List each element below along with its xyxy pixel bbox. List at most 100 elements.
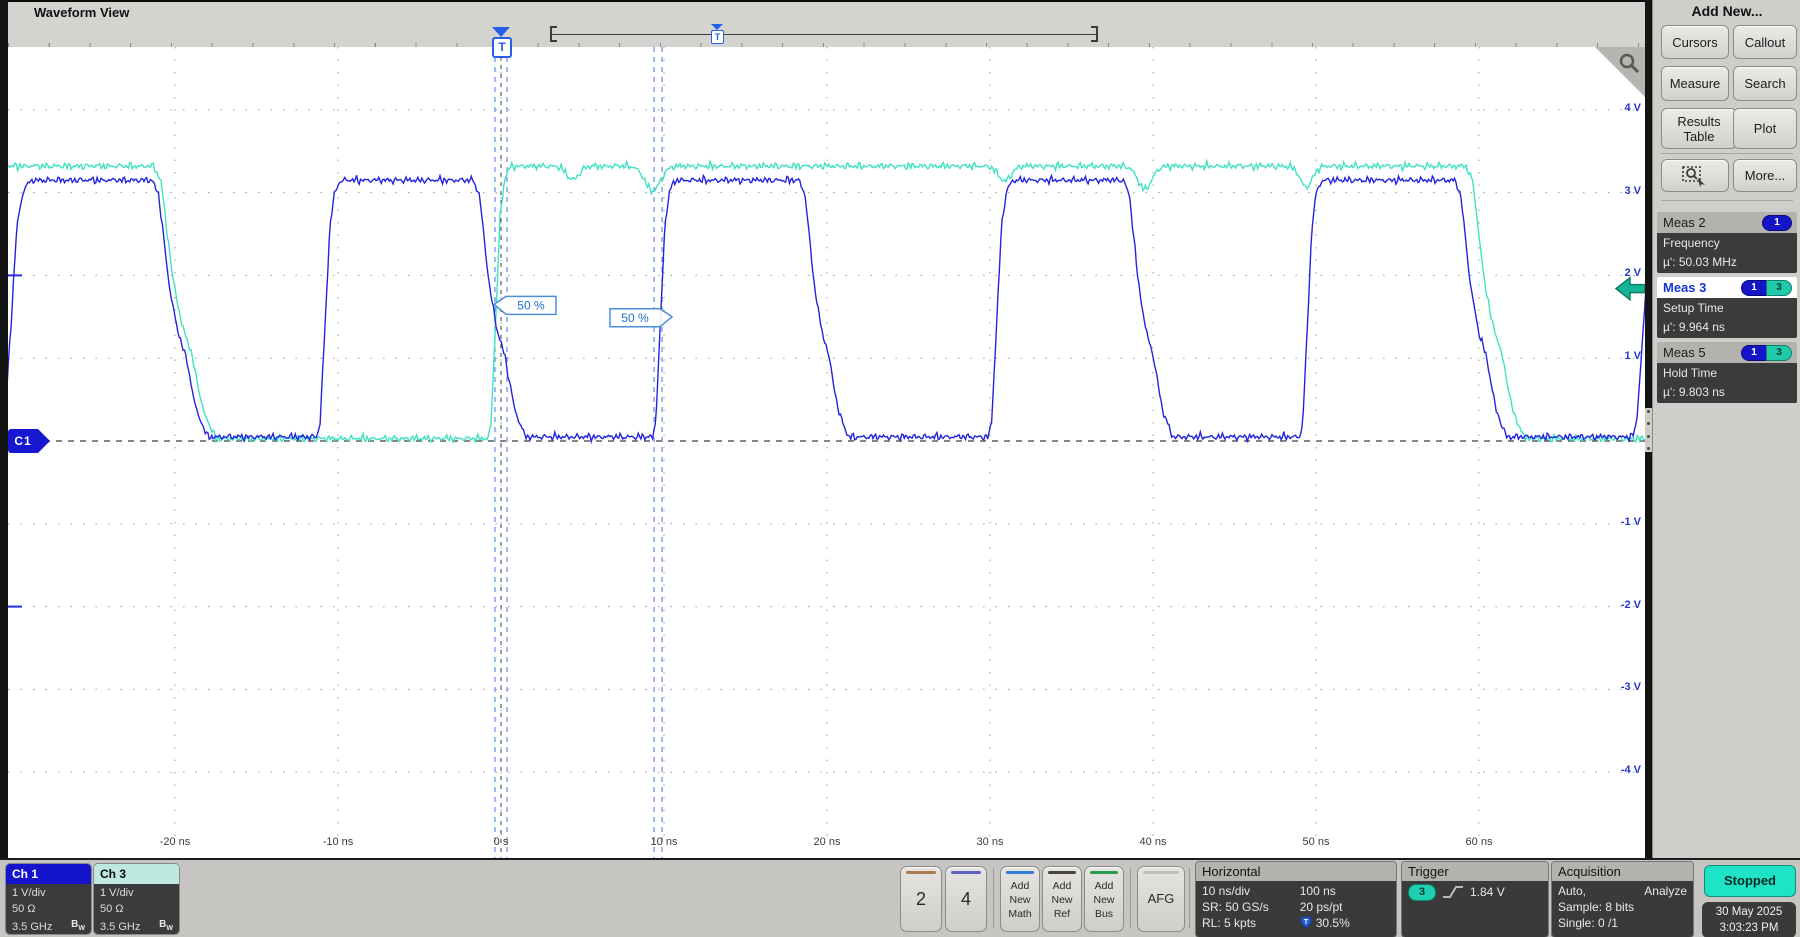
measure-button[interactable]: Measure <box>1661 66 1729 101</box>
ch1-header: Ch 1 <box>6 864 91 884</box>
panel-resize-handle[interactable] <box>1645 408 1652 452</box>
record-overview-strip[interactable]: T <box>8 24 1645 48</box>
ch3-impedance: 50 Ω <box>100 901 173 917</box>
meas3-label: Setup Time <box>1663 299 1791 318</box>
divider <box>993 868 994 928</box>
datetime-display: 30 May 2025 3:03:23 PM <box>1702 902 1796 937</box>
meas5-source2-badge: 3 <box>1766 345 1792 361</box>
meas2-name: Meas 2 <box>1663 215 1706 230</box>
add-new-bus-button[interactable]: AddNewBus <box>1084 866 1124 932</box>
measurement-badge-meas2[interactable]: Meas 2 1 Frequency µ': 50.03 MHz <box>1657 212 1797 273</box>
trace-ch1[interactable] <box>8 175 1645 441</box>
ref-level-bubble-left-label: 50 % <box>517 298 545 312</box>
horizontal-duration: 100 ns <box>1300 883 1390 899</box>
horizontal-scale: 10 ns/div <box>1202 883 1300 899</box>
meas2-source-badge: 1 <box>1762 215 1792 231</box>
svg-text:T: T <box>1304 919 1309 926</box>
meas5-value: µ': 9.803 ns <box>1663 383 1791 402</box>
ch4-enable-button[interactable]: 4 <box>945 866 987 932</box>
y-axis-label: 2 V <box>1624 267 1641 279</box>
add-new-ref-button[interactable]: AddNewRef <box>1042 866 1082 932</box>
trigger-level: 1.84 V <box>1470 883 1505 901</box>
ch2-color-stripe <box>906 871 936 874</box>
x-axis-label: 10 ns <box>651 836 678 848</box>
x-axis-label: 40 ns <box>1140 836 1167 848</box>
cursors-button[interactable]: Cursors <box>1661 25 1729 59</box>
measurement-badge-meas5[interactable]: Meas 5 1 3 Hold Time µ': 9.803 ns <box>1657 342 1797 403</box>
afg-color-stripe <box>1143 871 1179 874</box>
waveform-plot[interactable]: 50 %50 % -20 ns-10 ns0 s10 ns20 ns30 ns4… <box>8 47 1645 858</box>
acq-mode: Auto, <box>1558 883 1586 899</box>
results-bar: Add New... Cursors Callout Measure Searc… <box>1652 0 1800 858</box>
trace-ch3[interactable] <box>8 161 1645 442</box>
acquisition-badge[interactable]: Acquisition Auto, Analyze Sample: 8 bits… <box>1552 862 1693 937</box>
meas2-label: Frequency <box>1663 234 1791 253</box>
horizontal-title: Horizontal <box>1196 862 1396 881</box>
y-axis-label: 3 V <box>1624 185 1641 197</box>
ch1-impedance: 50 Ω <box>12 901 85 917</box>
trigger-title: Trigger <box>1402 862 1548 881</box>
y-axis-label: -1 V <box>1621 516 1641 528</box>
acquisition-title: Acquisition <box>1552 862 1693 881</box>
trigger-position-icon: T <box>1300 916 1313 930</box>
acq-sample: Sample: 8 bits <box>1558 899 1687 915</box>
waveform-canvas: 50 %50 % <box>8 47 1645 858</box>
y-axis-label: -3 V <box>1621 681 1641 693</box>
date: 30 May 2025 <box>1702 904 1796 920</box>
ch2-enable-button[interactable]: 2 <box>900 866 942 932</box>
window-left-border <box>0 0 8 858</box>
more-button[interactable]: More... <box>1733 159 1797 192</box>
ch1-badge[interactable]: Ch 1 1 V/div 50 Ω 3.5 GHz BW <box>6 864 91 934</box>
sample-rate: SR: 50 GS/s <box>1202 899 1300 915</box>
search-button[interactable]: Search <box>1733 66 1797 101</box>
divider <box>1130 868 1131 928</box>
ch3-badge[interactable]: Ch 3 1 V/div 50 Ω 3.5 GHz BW <box>94 864 179 934</box>
zoom-selection-icon <box>1680 165 1710 187</box>
bus-color-stripe <box>1090 871 1118 874</box>
run-stop-status-button[interactable]: Stopped <box>1704 865 1796 897</box>
ch3-bw-limit-icon: BW <box>159 917 173 934</box>
meas2-value: µ': 50.03 MHz <box>1663 253 1791 272</box>
afg-button[interactable]: AFG <box>1137 866 1185 932</box>
results-table-button[interactable]: Results Table <box>1661 108 1737 149</box>
zoom-extent-bracket[interactable] <box>550 27 1098 41</box>
meas5-name: Meas 5 <box>1663 345 1706 360</box>
waveform-view-titlebar[interactable]: Waveform View <box>8 2 1645 25</box>
add-new-math-button[interactable]: AddNewMath <box>1000 866 1040 932</box>
resolution: 20 ps/pt <box>1300 899 1390 915</box>
x-axis-label: 30 ns <box>977 836 1004 848</box>
panel-separator <box>1661 153 1793 154</box>
acq-analyze: Analyze <box>1644 883 1687 899</box>
trigger-source-badge: 3 <box>1408 884 1436 901</box>
meas3-value: µ': 9.964 ns <box>1663 318 1791 337</box>
y-axis-label: 1 V <box>1624 350 1641 362</box>
ch1-bandwidth: 3.5 GHz <box>12 919 52 934</box>
y-axis-label: -2 V <box>1621 599 1641 611</box>
trigger-position-flag[interactable]: T <box>492 37 512 58</box>
ref-color-stripe <box>1048 871 1076 874</box>
trigger-level-arrow[interactable] <box>1616 278 1645 300</box>
x-axis-label: 50 ns <box>1303 836 1330 848</box>
plot-button[interactable]: Plot <box>1733 108 1797 149</box>
trigger-position-marker-icon[interactable] <box>492 27 510 37</box>
horizontal-badge[interactable]: Horizontal 10 ns/div 100 ns SR: 50 GS/s … <box>1196 862 1396 937</box>
measurement-badge-meas3[interactable]: Meas 3 1 3 Setup Time µ': 9.964 ns <box>1657 277 1797 338</box>
overview-trigger-flag[interactable]: T <box>711 30 724 44</box>
x-axis-label: -20 ns <box>160 836 191 848</box>
ch1-bw-limit-icon: BW <box>71 917 85 934</box>
meas3-name: Meas 3 <box>1663 280 1706 295</box>
x-axis-label: 60 ns <box>1466 836 1493 848</box>
x-axis-label: -10 ns <box>323 836 354 848</box>
meas5-source1-badge: 1 <box>1741 345 1766 361</box>
record-length: RL: 5 kpts <box>1202 915 1300 931</box>
zoom-select-button[interactable] <box>1661 159 1729 192</box>
ch1-scale: 1 V/div <box>12 885 85 901</box>
panel-separator-2 <box>1661 200 1793 201</box>
callout-button[interactable]: Callout <box>1733 25 1797 59</box>
ch3-bandwidth: 3.5 GHz <box>100 919 140 934</box>
math-color-stripe <box>1006 871 1034 874</box>
settings-bar: Ch 1 1 V/div 50 Ω 3.5 GHz BW Ch 3 1 V/di… <box>0 858 1800 937</box>
trigger-badge[interactable]: Trigger 3 1.84 V <box>1402 862 1548 937</box>
ch1-reference-flag[interactable]: C1 <box>8 429 38 453</box>
ch3-header: Ch 3 <box>94 864 179 884</box>
